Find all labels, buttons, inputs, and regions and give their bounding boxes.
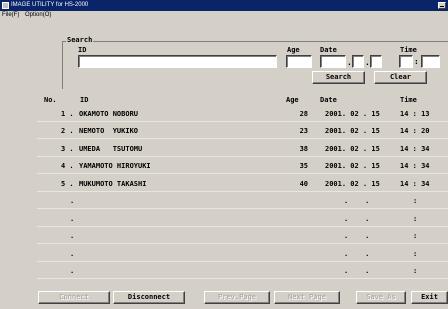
date-label: Date <box>320 46 337 54</box>
row-time: 14 : 13 <box>400 110 430 118</box>
disconnect-button[interactable]: Disconnect <box>113 291 185 304</box>
window-title: IMAGE UTILITY for HS-2000 <box>11 2 89 8</box>
row-time: 14 : 20 <box>400 127 430 135</box>
row-date: . . <box>344 197 370 205</box>
row-time: 14 : 34 <box>400 145 430 153</box>
exit-button[interactable]: Exit <box>411 291 448 304</box>
table-row[interactable]: . . . : <box>37 211 448 227</box>
row-number: . <box>70 250 75 258</box>
results-table: 1 . OKAMOTO NOBORU 28 2001. 02 . 15 14 :… <box>37 106 448 282</box>
time-label: Time <box>400 46 417 54</box>
next-page-button[interactable]: Next Page <box>274 291 340 304</box>
table-row[interactable]: . . . : <box>37 193 448 209</box>
row-id: OKAMOTO NOBORU <box>79 110 139 118</box>
age-search-input[interactable] <box>286 55 312 68</box>
row-time: 14 : 34 <box>400 162 430 170</box>
search-button[interactable]: Search <box>312 71 365 84</box>
row-time: : <box>413 197 418 205</box>
row-number: 1 . <box>61 110 74 118</box>
row-date: . . <box>344 215 370 223</box>
id-search-input[interactable] <box>78 55 277 68</box>
row-date: . . <box>344 267 370 275</box>
row-time: : <box>413 215 418 223</box>
table-row[interactable]: . . . : <box>37 246 448 262</box>
row-number: . <box>70 197 75 205</box>
table-row[interactable]: 4 . YAMAMOTO HIROYUKI 35 2001. 02 . 15 1… <box>37 158 448 174</box>
time-minute-input[interactable] <box>421 55 440 68</box>
app-window: IMAGE UTILITY for HS-2000 File(F) Option… <box>0 0 448 309</box>
table-row[interactable]: 3 . UMEDA TSUTOMU 38 2001. 02 . 15 14 : … <box>37 141 448 157</box>
table-row[interactable]: 1 . OKAMOTO NOBORU 28 2001. 02 . 15 14 :… <box>37 106 448 122</box>
row-date: 2001. 02 . 15 <box>325 127 380 135</box>
menu-bar: File(F) Option(O) <box>0 11 448 20</box>
search-legend: Search <box>66 36 94 44</box>
title-bar: IMAGE UTILITY for HS-2000 <box>0 0 448 11</box>
menu-file[interactable]: File(F) <box>2 12 19 18</box>
row-date: 2001. 02 . 15 <box>325 110 380 118</box>
row-id: NEMOTO YUKIKO <box>79 127 139 135</box>
row-date: 2001. 02 . 15 <box>325 145 380 153</box>
row-id: MUKUMOTO TAKASHI <box>79 180 147 188</box>
column-header-id: ID <box>80 96 89 104</box>
time-hour-input[interactable] <box>399 55 413 68</box>
minimize-icon[interactable] <box>438 2 446 9</box>
table-row[interactable]: 2 . NEMOTO YUKIKO 23 2001. 02 . 15 14 : … <box>37 123 448 139</box>
column-header-age: Age <box>286 96 299 104</box>
id-label: ID <box>78 46 87 54</box>
table-row[interactable]: 5 . MUKUMOTO TAKASHI 40 2001. 02 . 15 14… <box>37 176 448 192</box>
time-separator: : <box>414 57 419 66</box>
column-header-date: Date <box>320 96 337 104</box>
row-time: : <box>413 267 418 275</box>
row-number: . <box>70 232 75 240</box>
app-icon <box>2 2 9 9</box>
row-age: 28 <box>299 110 308 118</box>
date-month-input[interactable] <box>352 55 364 68</box>
row-number: 4 . <box>61 162 74 170</box>
date-year-input[interactable] <box>320 55 346 68</box>
row-time: : <box>413 232 418 240</box>
row-date: 2001. 02 . 15 <box>325 162 380 170</box>
row-age: 23 <box>299 127 308 135</box>
row-number: 3 . <box>61 145 74 153</box>
row-time: 14 : 34 <box>400 180 430 188</box>
column-header-no: No. <box>44 96 57 104</box>
row-date: . . <box>344 232 370 240</box>
row-number: 2 . <box>61 127 74 135</box>
connect-button[interactable]: Connect <box>38 291 110 304</box>
prev-page-button[interactable]: Prev.Page <box>204 291 270 304</box>
row-number: . <box>70 215 75 223</box>
row-id: UMEDA TSUTOMU <box>79 145 143 153</box>
table-row[interactable]: . . . : <box>37 228 448 244</box>
row-number: 5 . <box>61 180 74 188</box>
row-age: 40 <box>299 180 308 188</box>
row-age: 35 <box>299 162 308 170</box>
row-number: . <box>70 267 75 275</box>
row-id: YAMAMOTO HIROYUKI <box>79 162 151 170</box>
age-label: Age <box>287 46 300 54</box>
row-date: 2001. 02 . 15 <box>325 180 380 188</box>
clear-button[interactable]: Clear <box>374 71 427 84</box>
table-row[interactable]: . . . : <box>37 263 448 279</box>
row-date: . . <box>344 250 370 258</box>
row-age: 38 <box>299 145 308 153</box>
column-header-time: Time <box>400 96 417 104</box>
save-as-button[interactable]: Save As <box>356 291 406 304</box>
date-day-input[interactable] <box>370 55 382 68</box>
row-time: : <box>413 250 418 258</box>
menu-option[interactable]: Option(O) <box>25 12 51 18</box>
